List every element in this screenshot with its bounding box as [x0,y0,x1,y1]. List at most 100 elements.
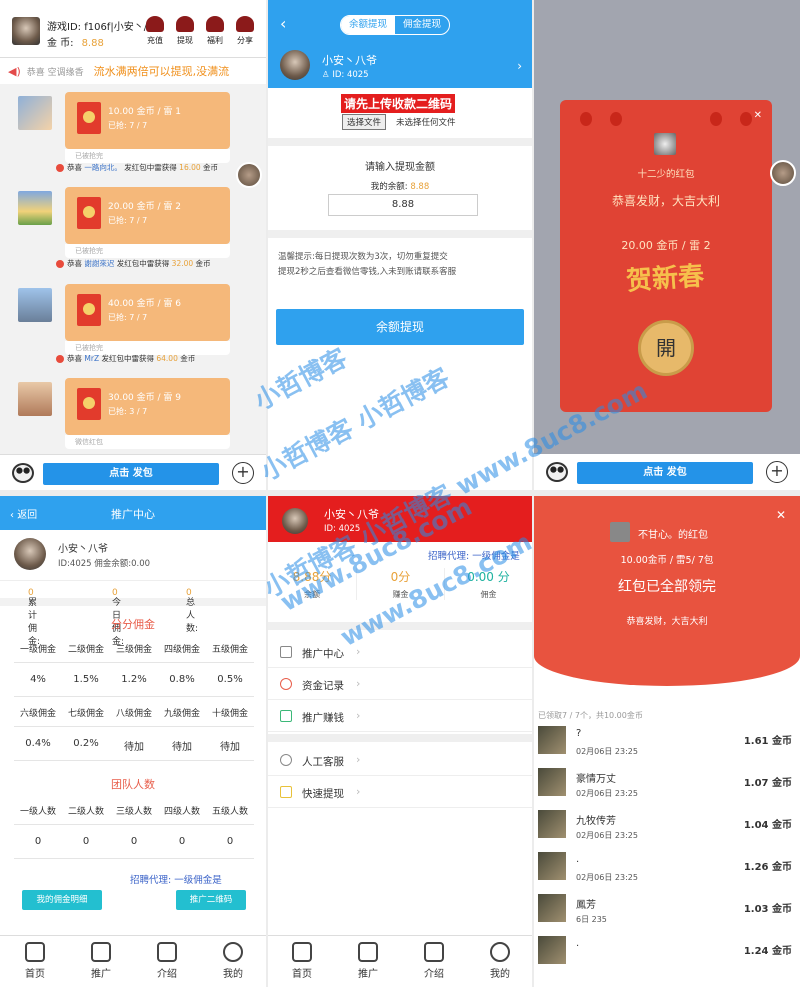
close-icon[interactable]: ✕ [754,110,762,121]
game-room-screen: 游戏ID: f106f|小安丶/ 金 币: 8.88 充值 提现 福利 分享 ◀)… [0,0,266,490]
balance-withdraw-button[interactable]: 余额提现 [276,309,524,345]
claimer-avatar [538,726,566,754]
tab-intro[interactable]: 介绍 [145,942,189,980]
money-earned: 0分 赚金 [356,568,444,600]
grid-value: 1.5% [73,674,99,685]
welfare-button[interactable]: 福利 [201,16,229,46]
grid-value: 1.2% [121,674,147,685]
claim-time: 6日 235 [576,915,607,924]
tab-intro[interactable]: 介绍 [412,942,456,980]
menu-promotion-center[interactable]: 推广中心 › [268,638,532,668]
tab-promote[interactable]: 推广 [79,942,123,980]
promo-qr-button[interactable]: 推广二维码 [176,890,246,910]
floating-avatar[interactable] [236,162,262,188]
chevron-right-icon[interactable]: › [517,59,522,73]
withdraw-button[interactable]: 提现 [171,16,199,46]
choose-file-button[interactable]: 选择文件 [342,114,387,130]
packet-amount: 40.00 金币 / 雷 6 [108,299,181,309]
user-avatar[interactable] [12,17,40,45]
claim-amount: 1.24 金币 [743,946,792,957]
red-envelope-icon [77,102,101,134]
grid-value: 0.4% [25,738,51,749]
commission-detail-button[interactable]: 我的佣金明细 [22,890,102,910]
red-packet-bubble[interactable]: 10.00 金币 / 雷 1 已抢: 7 / 7 已被抢完 [65,92,230,163]
red-envelope-icon [77,294,101,326]
packet-amount: 30.00 金币 / 雷 9 [108,393,181,403]
claim-row: ? 02月06日 23:25 1.61 金币 [534,722,800,764]
tab-home[interactable]: 首页 [280,942,324,980]
claim-time: 02月06日 23:25 [576,831,638,840]
open-button[interactable]: 開 [638,320,694,376]
red-packet-bubble[interactable]: 40.00 金币 / 雷 6 已抢: 7 / 7 已被抢完 [65,284,230,355]
floating-avatar[interactable] [770,160,796,186]
divider [268,138,532,146]
grid-line [14,824,254,825]
claim-time: 02月06日 23:25 [576,747,638,756]
gift-icon [157,942,177,962]
lantern-icon [740,112,752,126]
tab-commission-withdraw[interactable]: 佣金提现 [395,16,449,34]
claim-row: 鳳芳 6日 235 1.03 金币 [534,890,800,932]
panda-icon[interactable] [546,462,568,482]
tab-promote[interactable]: 推广 [346,942,390,980]
avatar [280,50,310,80]
close-icon[interactable]: ✕ [776,508,786,522]
chevron-right-icon: › [356,785,361,798]
money-balance: 8.88分 余额 [292,570,332,599]
tab-mine[interactable]: 我的 [478,942,522,980]
gold-balance: 金 币: 8.88 [47,38,104,49]
gift-icon [424,942,444,962]
tip-line: 温馨提示:每日提现次数为3次，切勿重复提交 [278,252,448,262]
divider [268,734,532,742]
send-packet-button[interactable]: 点击 发包 [43,463,219,485]
grid-value: 0 [226,836,234,847]
sender-avatar [18,288,52,322]
packet-grabbed: 已抢: 7 / 7 [108,121,148,130]
money-commission: 0.00 分佣金 [444,568,532,600]
claim-amount: 1.61 金币 [743,736,792,747]
lantern-icon [610,112,622,126]
grid-value: 待加 [124,742,144,753]
grid-header: 五级人数 [211,807,248,817]
menu-fund-records[interactable]: 资金记录 › [268,670,532,700]
claimer-name: 鳳芳 [576,900,596,911]
red-packet-bubble[interactable]: 20.00 金币 / 雷 2 已抢: 7 / 7 已被抢完 [65,187,230,258]
notice-bar: ◀) 恭喜 空调缘香 流水满两倍可以提现,没满流 [0,58,266,84]
grid-header: 十级佣金 [211,709,248,719]
bottom-tab-bar: 首页 推广 介绍 我的 [268,935,532,987]
menu-promote-earn[interactable]: 推广赚钱 › [268,702,532,732]
sender-avatar [654,133,676,155]
red-packet-popup-screen: ✕ 十二少的红包 恭喜发财，大吉大利 20.00 金币 / 雷 2 贺新春 開 … [534,0,800,490]
grid-value: 0.2% [73,738,99,749]
packet-wish: 恭喜发财，大吉大利 [626,617,708,627]
recharge-icon [146,16,164,32]
claim-amount: 1.03 金币 [743,904,792,915]
tip-line: 提现2秒之后查看微信零钱,入未到账请联系客服 [278,267,457,277]
avatar [282,508,308,534]
user-icon [223,942,243,962]
back-icon[interactable]: ‹ [280,14,286,33]
tab-mine[interactable]: 我的 [211,942,255,980]
plus-icon[interactable]: + [766,461,788,483]
tab-home[interactable]: 首页 [13,942,57,980]
notice-prefix: 恭喜 空调缘香 [26,67,84,78]
claim-time: 02月06日 23:25 [576,873,638,882]
grid-line [14,858,254,859]
share-button[interactable]: 分享 [231,16,259,46]
plus-icon[interactable]: + [232,462,254,484]
tab-balance-withdraw[interactable]: 余额提现 [341,16,396,34]
packet-grabbed: 已抢: 7 / 7 [108,216,148,225]
send-packet-button[interactable]: 点击 发包 [577,462,753,484]
win-notice: 恭喜 MrZ 发红包中雷获得 64.00 金币 [56,353,195,364]
recharge-button[interactable]: 充值 [141,16,169,46]
sender-avatar [18,191,52,225]
claimer-avatar [538,894,566,922]
grid-header: 六级佣金 [19,709,56,719]
menu-quick-withdraw[interactable]: 快速提现 › [268,778,532,808]
grid-line [14,726,254,727]
red-packet-bubble[interactable]: 30.00 金币 / 雷 9 已抢: 3 / 7 微信红包 [65,378,230,449]
menu-customer-service[interactable]: 人工客服 › [268,746,532,776]
withdraw-screen: ‹ 余额提现 佣金提现 小安丶八爷 ♙ ID: 4025 › 请先上传收款二维码… [268,0,532,490]
amount-input[interactable]: 8.88 [328,194,478,216]
panda-icon[interactable] [12,463,34,483]
